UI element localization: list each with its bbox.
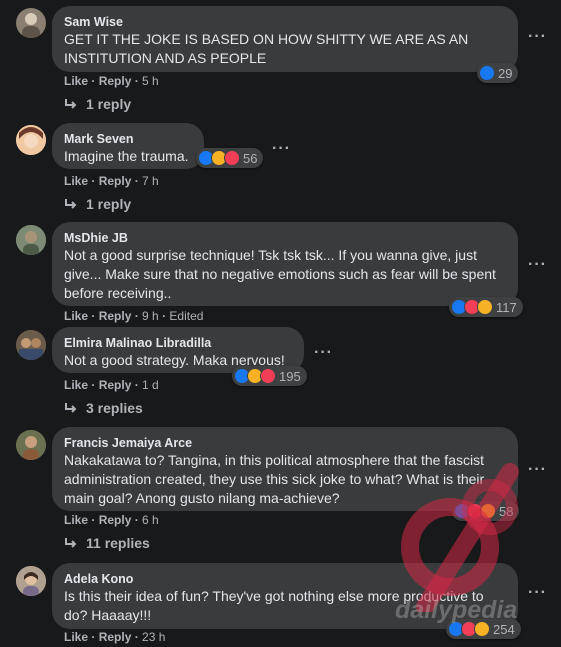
reply-button[interactable]: Reply (99, 309, 132, 323)
view-replies-link[interactable]: 3 replies (64, 400, 143, 416)
replies-count: 11 replies (86, 535, 150, 551)
comment-actions: Like · Reply · 6 h (64, 513, 159, 527)
avatar[interactable] (16, 430, 46, 460)
more-options-icon[interactable]: ··· (528, 28, 547, 46)
comment-author[interactable]: Elmira Malinao Libradilla (64, 335, 292, 351)
comment-text: Not a good surprise technique! Tsk tsk t… (64, 247, 496, 301)
like-button[interactable]: Like (64, 309, 88, 323)
replies-count: 3 replies (86, 400, 143, 416)
comment-timestamp[interactable]: 6 h (142, 513, 159, 527)
comment-text: Imagine the trauma. (64, 148, 189, 164)
view-replies-link[interactable]: 11 replies (64, 535, 150, 551)
reaction-count: 117 (496, 299, 517, 315)
more-options-icon[interactable]: ··· (528, 256, 547, 274)
comment-actions: Like · Reply · 7 h (64, 174, 159, 188)
like-button[interactable]: Like (64, 174, 88, 188)
comment-timestamp[interactable]: 1 d (142, 378, 159, 392)
reaction-summary[interactable]: 29 (477, 63, 519, 83)
comment-bubble: MsDhie JB Not a good surprise technique!… (52, 222, 518, 306)
avatar[interactable] (16, 566, 46, 596)
comment-actions: Like · Reply · 23 h (64, 630, 166, 644)
reaction-summary[interactable]: 195 (232, 366, 307, 386)
comment-author[interactable]: MsDhie JB (64, 230, 506, 246)
love-reaction-icon (260, 368, 276, 384)
like-button[interactable]: Like (64, 630, 88, 644)
watermark-text: dailypedia (395, 596, 518, 624)
comment-text: GET IT THE JOKE IS BASED ON HOW SHITTY W… (64, 31, 469, 66)
reply-button[interactable]: Reply (99, 378, 132, 392)
comment-timestamp[interactable]: 5 h (142, 74, 159, 88)
comment-timestamp[interactable]: 9 h (142, 309, 159, 323)
replies-count: 1 reply (86, 196, 132, 212)
reaction-count: 195 (279, 368, 301, 384)
avatar[interactable] (16, 8, 46, 38)
reply-button[interactable]: Reply (99, 630, 132, 644)
reply-button[interactable]: Reply (99, 74, 132, 88)
comment-author[interactable]: Francis Jemaiya Arce (64, 435, 506, 451)
comment-author[interactable]: Mark Seven (64, 131, 192, 147)
replies-count: 1 reply (86, 96, 132, 112)
reaction-summary[interactable]: 56 (196, 148, 264, 168)
like-button[interactable]: Like (64, 513, 88, 527)
avatar[interactable] (16, 125, 46, 155)
comment-author[interactable]: Sam Wise (64, 14, 506, 30)
reaction-count: 29 (498, 65, 513, 81)
reply-arrow-icon (65, 199, 77, 209)
comment-actions: Like · Reply · 9 h · Edited (64, 309, 204, 323)
reply-button[interactable]: Reply (99, 513, 132, 527)
view-replies-link[interactable]: 1 reply (64, 196, 131, 212)
reply-arrow-icon (65, 99, 77, 109)
comment-timestamp[interactable]: 7 h (142, 174, 159, 188)
love-reaction-icon (224, 150, 240, 166)
comment-actions: Like · Reply · 5 h (64, 74, 159, 88)
reaction-count: 56 (243, 150, 258, 166)
edited-label: Edited (169, 309, 204, 323)
haha-reaction-icon (477, 299, 493, 315)
like-button[interactable]: Like (64, 74, 88, 88)
like-reaction-icon (479, 65, 495, 81)
reply-button[interactable]: Reply (99, 174, 132, 188)
more-options-icon[interactable]: ··· (314, 344, 333, 362)
more-options-icon[interactable]: ··· (272, 140, 291, 158)
comment-timestamp[interactable]: 23 h (142, 630, 165, 644)
watermark-logo (401, 463, 519, 612)
comment-actions: Like · Reply · 1 d (64, 378, 159, 392)
like-button[interactable]: Like (64, 378, 88, 392)
avatar[interactable] (16, 330, 46, 360)
view-replies-link[interactable]: 1 reply (64, 96, 131, 112)
reaction-summary[interactable]: 117 (449, 297, 523, 317)
reply-arrow-icon (65, 403, 77, 413)
comment-bubble: Mark Seven Imagine the trauma. (52, 123, 204, 169)
avatar[interactable] (16, 225, 46, 255)
comment-bubble: Sam Wise GET IT THE JOKE IS BASED ON HOW… (52, 6, 518, 72)
reply-arrow-icon (65, 538, 77, 548)
